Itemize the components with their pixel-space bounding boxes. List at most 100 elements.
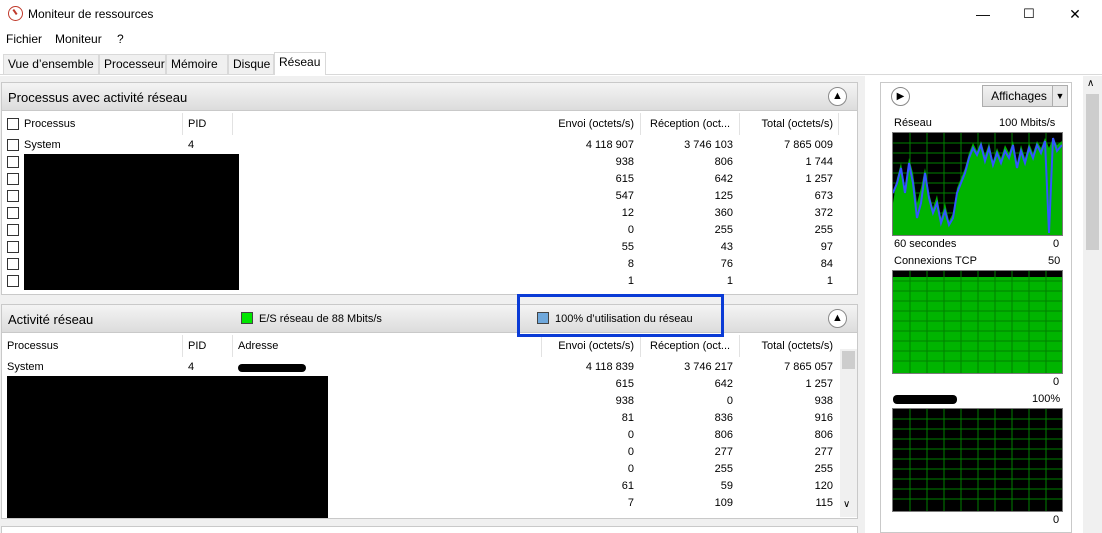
- tab-network[interactable]: Réseau: [274, 52, 326, 75]
- close-button[interactable]: ✕: [1052, 0, 1098, 28]
- process-pid: 4: [188, 361, 195, 373]
- scroll-down-icon[interactable]: ∨: [843, 499, 850, 510]
- receive-value: 836: [714, 412, 733, 424]
- column-header-send[interactable]: Envoi (octets/s): [522, 118, 634, 130]
- collapse-icon[interactable]: ▲: [828, 87, 847, 106]
- send-value: 0: [627, 429, 634, 441]
- row-checkbox[interactable]: [7, 139, 19, 151]
- send-value: 4 118 907: [585, 139, 634, 151]
- resource-monitor-app-icon: [8, 6, 23, 21]
- column-header-process[interactable]: Processus: [7, 340, 58, 352]
- tab-memory[interactable]: Mémoire: [166, 54, 228, 74]
- receive-value: 277: [714, 446, 733, 458]
- row-checkbox[interactable]: [7, 241, 19, 253]
- menu-moniteur[interactable]: Moniteur: [55, 32, 102, 46]
- column-header-total[interactable]: Total (octets/s): [742, 118, 833, 130]
- send-value: 7: [627, 497, 634, 509]
- receive-value: 255: [714, 463, 733, 475]
- send-value: 615: [615, 173, 634, 185]
- receive-value: 642: [714, 378, 733, 390]
- collapse-icon[interactable]: ▲: [828, 309, 847, 328]
- minimize-button[interactable]: —: [960, 0, 1006, 28]
- processes-panel-header[interactable]: Processus avec activité réseau ▲: [2, 83, 857, 111]
- row-checkbox[interactable]: [7, 207, 19, 219]
- column-header-process[interactable]: Processus: [24, 118, 75, 130]
- network-graph-min: 0: [1053, 238, 1060, 250]
- total-value: 255: [814, 224, 833, 236]
- receive-value: 43: [720, 241, 733, 253]
- total-value: 84: [820, 258, 833, 270]
- row-checkbox[interactable]: [7, 156, 19, 168]
- column-separator: [640, 335, 641, 357]
- dropdown-icon[interactable]: ▼: [1052, 85, 1068, 107]
- tab-disk[interactable]: Disque: [228, 54, 274, 74]
- send-value: 0: [627, 446, 634, 458]
- row-checkbox[interactable]: [7, 275, 19, 287]
- column-separator: [739, 113, 740, 135]
- scroll-up-icon[interactable]: ∧: [1087, 78, 1094, 89]
- vertical-scrollbar[interactable]: ∨: [840, 349, 857, 517]
- network-graph-time: 60 secondes: [894, 238, 957, 250]
- total-value: 1 257: [805, 173, 833, 185]
- menu-bar: [0, 30, 1102, 48]
- total-value: 1: [826, 275, 833, 287]
- adapter-graph-min: 0: [1053, 514, 1060, 526]
- receive-value: 0: [726, 395, 733, 407]
- tcp-graph-max: 50: [1048, 255, 1061, 267]
- total-value: 7 865 009: [784, 139, 833, 151]
- column-separator: [232, 113, 233, 135]
- network-graph-plot: [892, 133, 1063, 235]
- processes-panel: Processus avec activité réseau ▲ Process…: [1, 82, 858, 295]
- network-activity-panel: Activité réseau E/S réseau de 88 Mbits/s…: [1, 304, 858, 519]
- window-title: Moniteur de ressources: [28, 7, 154, 21]
- maximize-button[interactable]: ☐: [1006, 0, 1052, 28]
- tab-overview[interactable]: Vue d’ensemble: [3, 54, 99, 74]
- total-value: 7 865 057: [784, 361, 833, 373]
- column-separator: [640, 113, 641, 135]
- receive-value: 360: [714, 207, 733, 219]
- view-button[interactable]: Affichages: [982, 85, 1056, 107]
- graphs-panel: ▶ Affichages ▼ Réseau 100 Mbits/s 60 sec…: [880, 82, 1072, 533]
- redacted-address: [238, 364, 306, 372]
- network-activity-panel-header[interactable]: Activité réseau E/S réseau de 88 Mbits/s…: [2, 305, 857, 333]
- network-graph-max: 100 Mbits/s: [999, 117, 1056, 129]
- tab-cpu[interactable]: Processeur: [99, 54, 166, 74]
- column-header-total[interactable]: Total (octets/s): [742, 340, 833, 352]
- send-value: 55: [621, 241, 634, 253]
- send-value: 938: [615, 156, 634, 168]
- window-scrollbar-thumb[interactable]: [1086, 94, 1099, 250]
- menu-fichier[interactable]: Fichier: [6, 32, 42, 46]
- send-value: 1: [627, 275, 634, 287]
- processes-panel-title: Processus avec activité réseau: [8, 90, 188, 105]
- next-panel-header[interactable]: [1, 526, 858, 533]
- total-value: 1 257: [805, 378, 833, 390]
- window-scrollbar[interactable]: ∧: [1083, 76, 1102, 533]
- receive-value: 806: [714, 429, 733, 441]
- redacted-region: [24, 154, 239, 290]
- column-header-pid[interactable]: PID: [188, 118, 206, 130]
- column-header-receive[interactable]: Réception (oct...: [650, 118, 730, 130]
- highlight-box: [517, 294, 724, 337]
- row-checkbox[interactable]: [7, 258, 19, 270]
- receive-value: 125: [714, 190, 733, 202]
- menu-help[interactable]: ?: [117, 32, 124, 46]
- send-value: 4 118 839: [585, 361, 634, 373]
- receive-value: 1: [726, 275, 733, 287]
- receive-value: 3 746 103: [684, 139, 733, 151]
- row-checkbox[interactable]: [7, 224, 19, 236]
- total-value: 255: [814, 463, 833, 475]
- total-value: 673: [814, 190, 833, 202]
- column-separator: [739, 335, 740, 357]
- scrollbar-thumb[interactable]: [842, 351, 855, 369]
- total-value: 806: [814, 429, 833, 441]
- row-checkbox[interactable]: [7, 173, 19, 185]
- adapter-graph-max: 100%: [1032, 393, 1061, 405]
- row-checkbox[interactable]: [7, 190, 19, 202]
- column-header-receive[interactable]: Réception (oct...: [650, 340, 730, 352]
- column-header-address[interactable]: Adresse: [238, 340, 278, 352]
- column-header-send[interactable]: Envoi (octets/s): [522, 340, 634, 352]
- total-value: 938: [814, 395, 833, 407]
- checkbox-icon[interactable]: [7, 118, 19, 130]
- column-header-pid[interactable]: PID: [188, 340, 206, 352]
- expand-icon[interactable]: ▶: [891, 87, 910, 106]
